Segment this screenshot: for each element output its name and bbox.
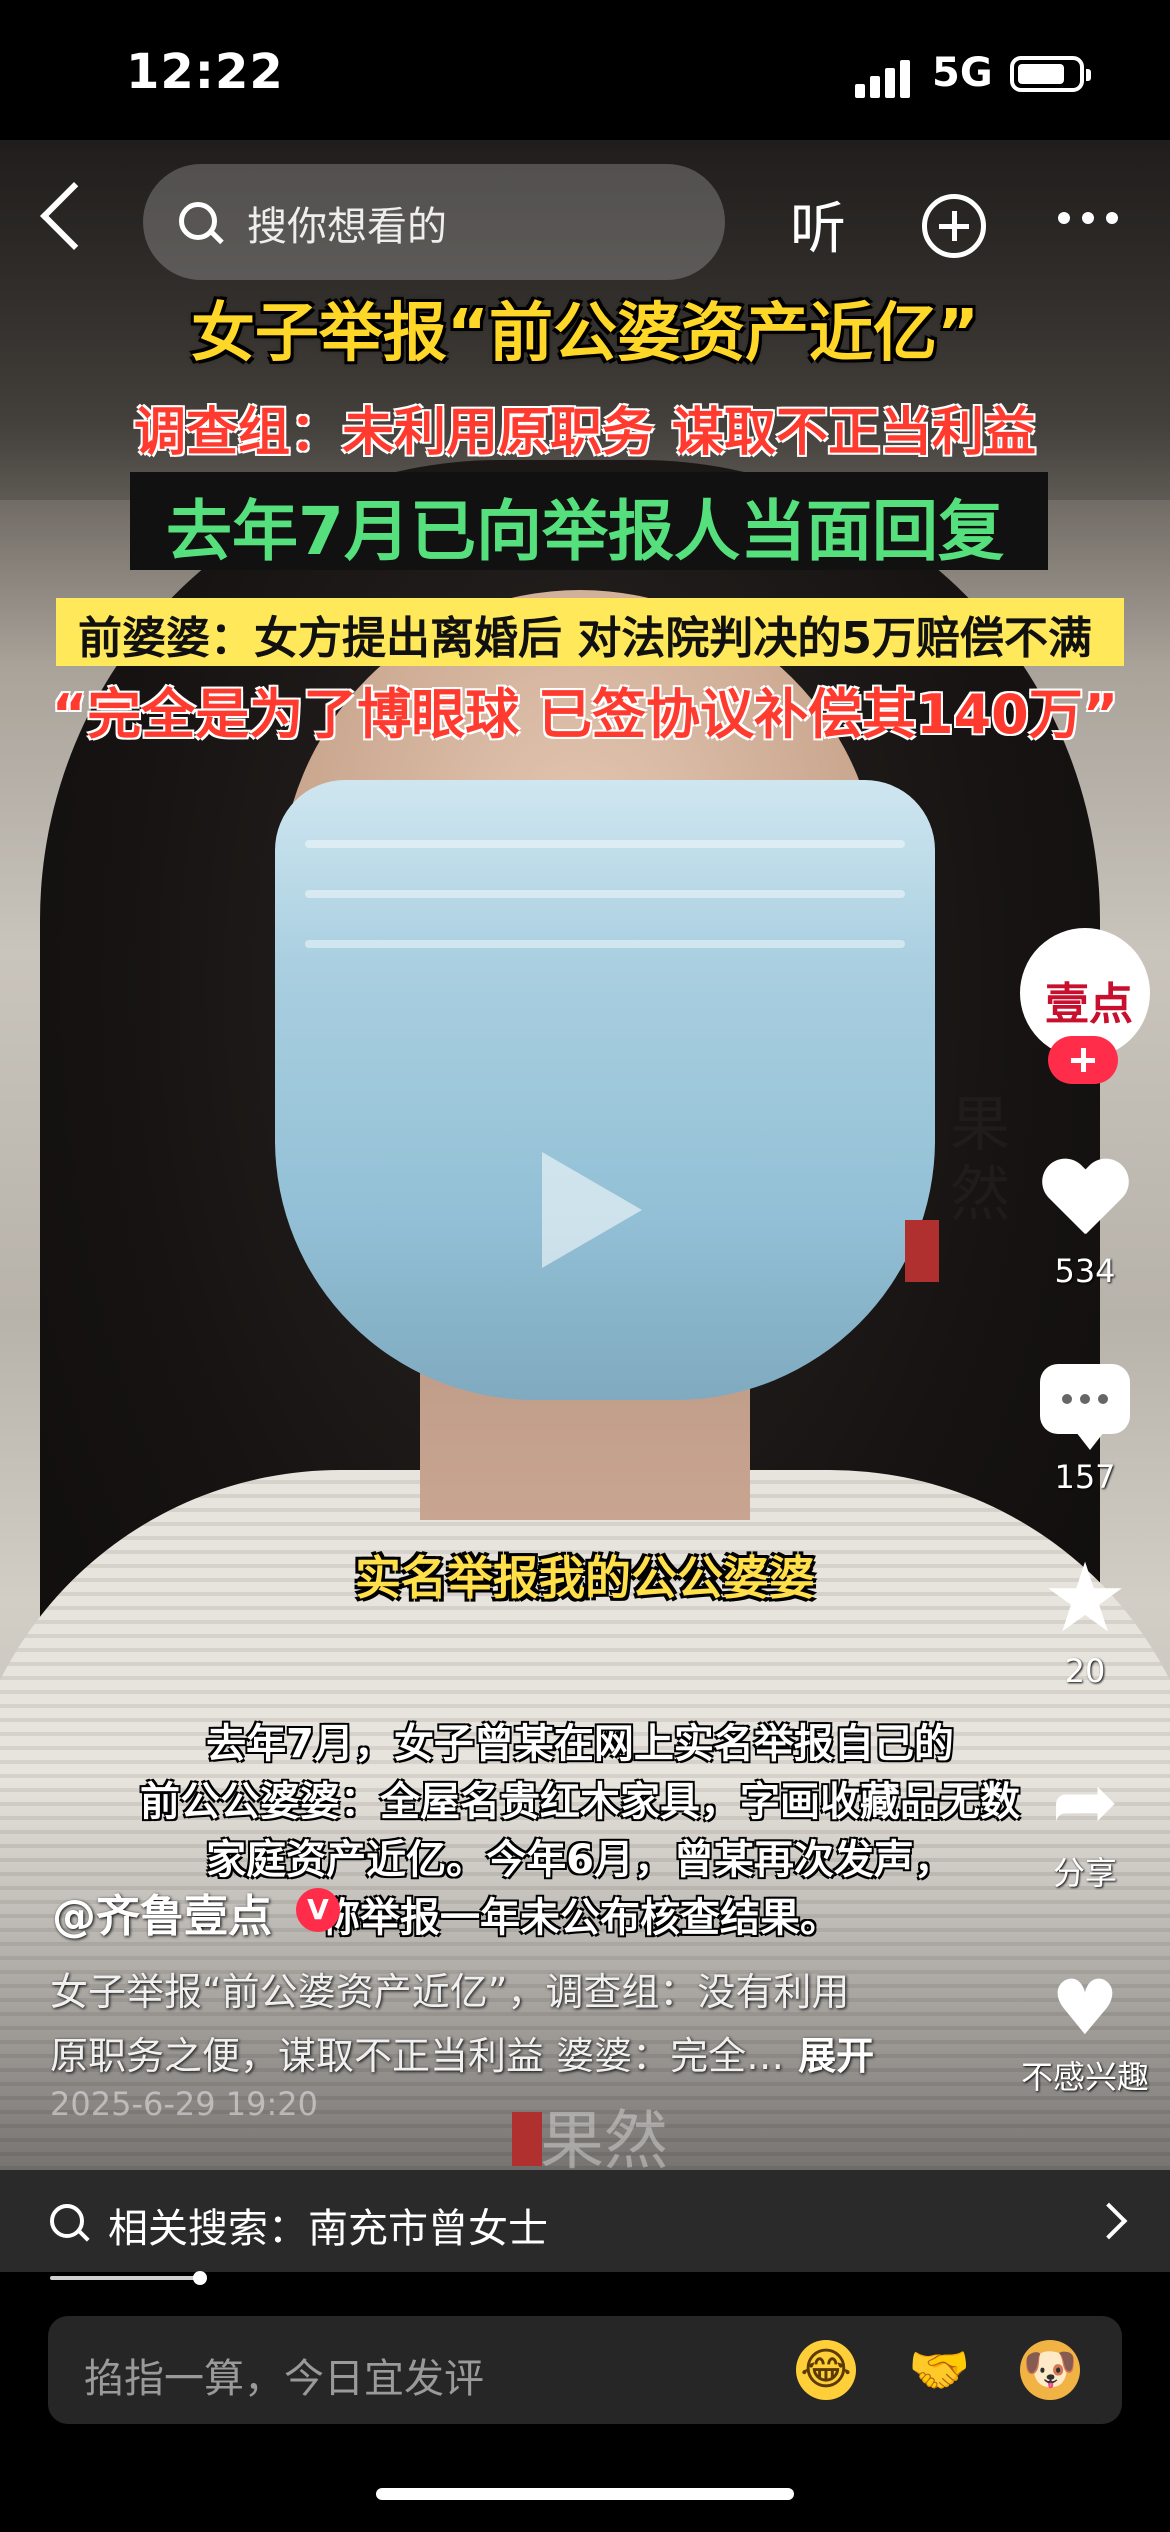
search-icon [50,2204,84,2238]
favorite-button[interactable]: ★ 20 [1020,1542,1150,1690]
laugh-cry-emoji-icon[interactable]: 😂 [796,2340,856,2400]
listen-button[interactable]: 听 [790,184,846,265]
caption-line: 前公公婆婆：全屋名贵红木家具，字画收藏品无数 [140,1779,1020,1825]
network-label: 5G [932,50,993,96]
headline-quote: “完全是为了博眼球 已签协议补偿其140万” [51,683,1119,746]
post-description: 女子举报“前公婆资产近亿”，调查组：没有利用 原职务之便，谋取不正当利益 婆婆：… [50,1960,970,2088]
play-icon[interactable] [542,1152,642,1268]
comment-button[interactable]: 157 [1020,1364,1150,1496]
headline-reply: 去年7月已向举报人当面回复 [166,493,1004,570]
watermark-seal-bottom [512,2112,542,2166]
status-bar: 12:22 5G [0,0,1170,140]
dog-emoji-icon[interactable]: 🐶 [1020,2340,1080,2400]
search-icon [179,202,217,240]
expand-button[interactable]: 展开 [798,2034,874,2078]
broken-heart-icon: ♥ [1050,1963,1120,2052]
post-date: 2025-6-29 19:20 [50,2085,318,2123]
comment-count: 157 [1054,1458,1116,1496]
handshake-emoji-icon[interactable]: 🤝 [908,2340,970,2400]
author-name[interactable]: @齐鲁壹点 [52,1880,272,1944]
like-button[interactable]: 534 [1020,1160,1150,1290]
search-input[interactable]: 搜你想看的 [143,164,725,280]
chevron-right-icon [1090,2202,1128,2240]
star-icon: ★ [1041,1542,1129,1654]
comment-icon [1040,1364,1130,1450]
like-count: 534 [1054,1252,1116,1290]
dislike-button[interactable]: ♥ 不感兴趣 [1020,1970,1150,2098]
verified-badge: V [296,1888,340,1932]
search-placeholder: 搜你想看的 [247,204,447,250]
favorite-count: 20 [1064,1652,1106,1690]
share-label: 分享 [1052,1854,1117,1892]
video-frame-mask [275,780,935,1400]
headline-title: 女子举报“前公婆资产近亿” [190,297,980,371]
caption-line: 去年7月，女子曾某在网上实名举报自己的 [206,1721,954,1767]
related-search-text: 相关搜索：南充市曾女士 [108,2206,548,2252]
dislike-label: 不感兴趣 [1020,2058,1149,2096]
comment-input[interactable]: 掐指一算，今日宜发评 😂 🤝 🐶 [48,2316,1122,2424]
share-icon: ➦ [1051,1755,1119,1848]
headline-mother-in-law: 前婆婆：女方提出离婚后 对法院判决的5万赔偿不满 [78,613,1092,664]
watermark-seal [905,1220,939,1282]
description-line: 女子举报“前公婆资产近亿”，调查组：没有利用 [50,1970,850,2014]
video-player[interactable]: 女子举报“前公婆资产近亿” 调查组：未利用原职务 谋取不正当利益 去年7月已向举… [0,140,1170,2170]
progress-handle[interactable] [193,2271,207,2285]
plus-icon[interactable] [922,194,986,258]
related-search-bar[interactable]: 相关搜索：南充市曾女士 [0,2170,1170,2272]
comment-placeholder: 掐指一算，今日宜发评 [84,2356,484,2402]
app-screen: 12:22 5G 女子举报“前公婆资产近亿” 调查组：未利用原职务 谋取不正当利… [0,0,1170,2532]
headline-subtitle: 调查组：未利用原职务 谋取不正当利益 [133,403,1037,463]
description-line: 原职务之便，谋取不正当利益 婆婆：完全… [50,2034,785,2078]
video-subtitle: 实名举报我的公公婆婆 [355,1551,815,1605]
watermark-bottom: 果然 [540,2105,668,2170]
signal-icon [855,58,915,98]
video-progress-bar[interactable] [50,2271,207,2285]
follow-button[interactable] [1048,1036,1118,1084]
more-icon[interactable] [1058,212,1118,226]
status-time: 12:22 [126,44,284,100]
avatar-logo: 壹点 [1045,979,1133,1030]
battery-icon [1010,56,1091,92]
share-button[interactable]: ➦ 分享 [1020,1762,1150,1894]
home-indicator[interactable] [376,2488,794,2500]
heart-icon [1040,1160,1130,1244]
